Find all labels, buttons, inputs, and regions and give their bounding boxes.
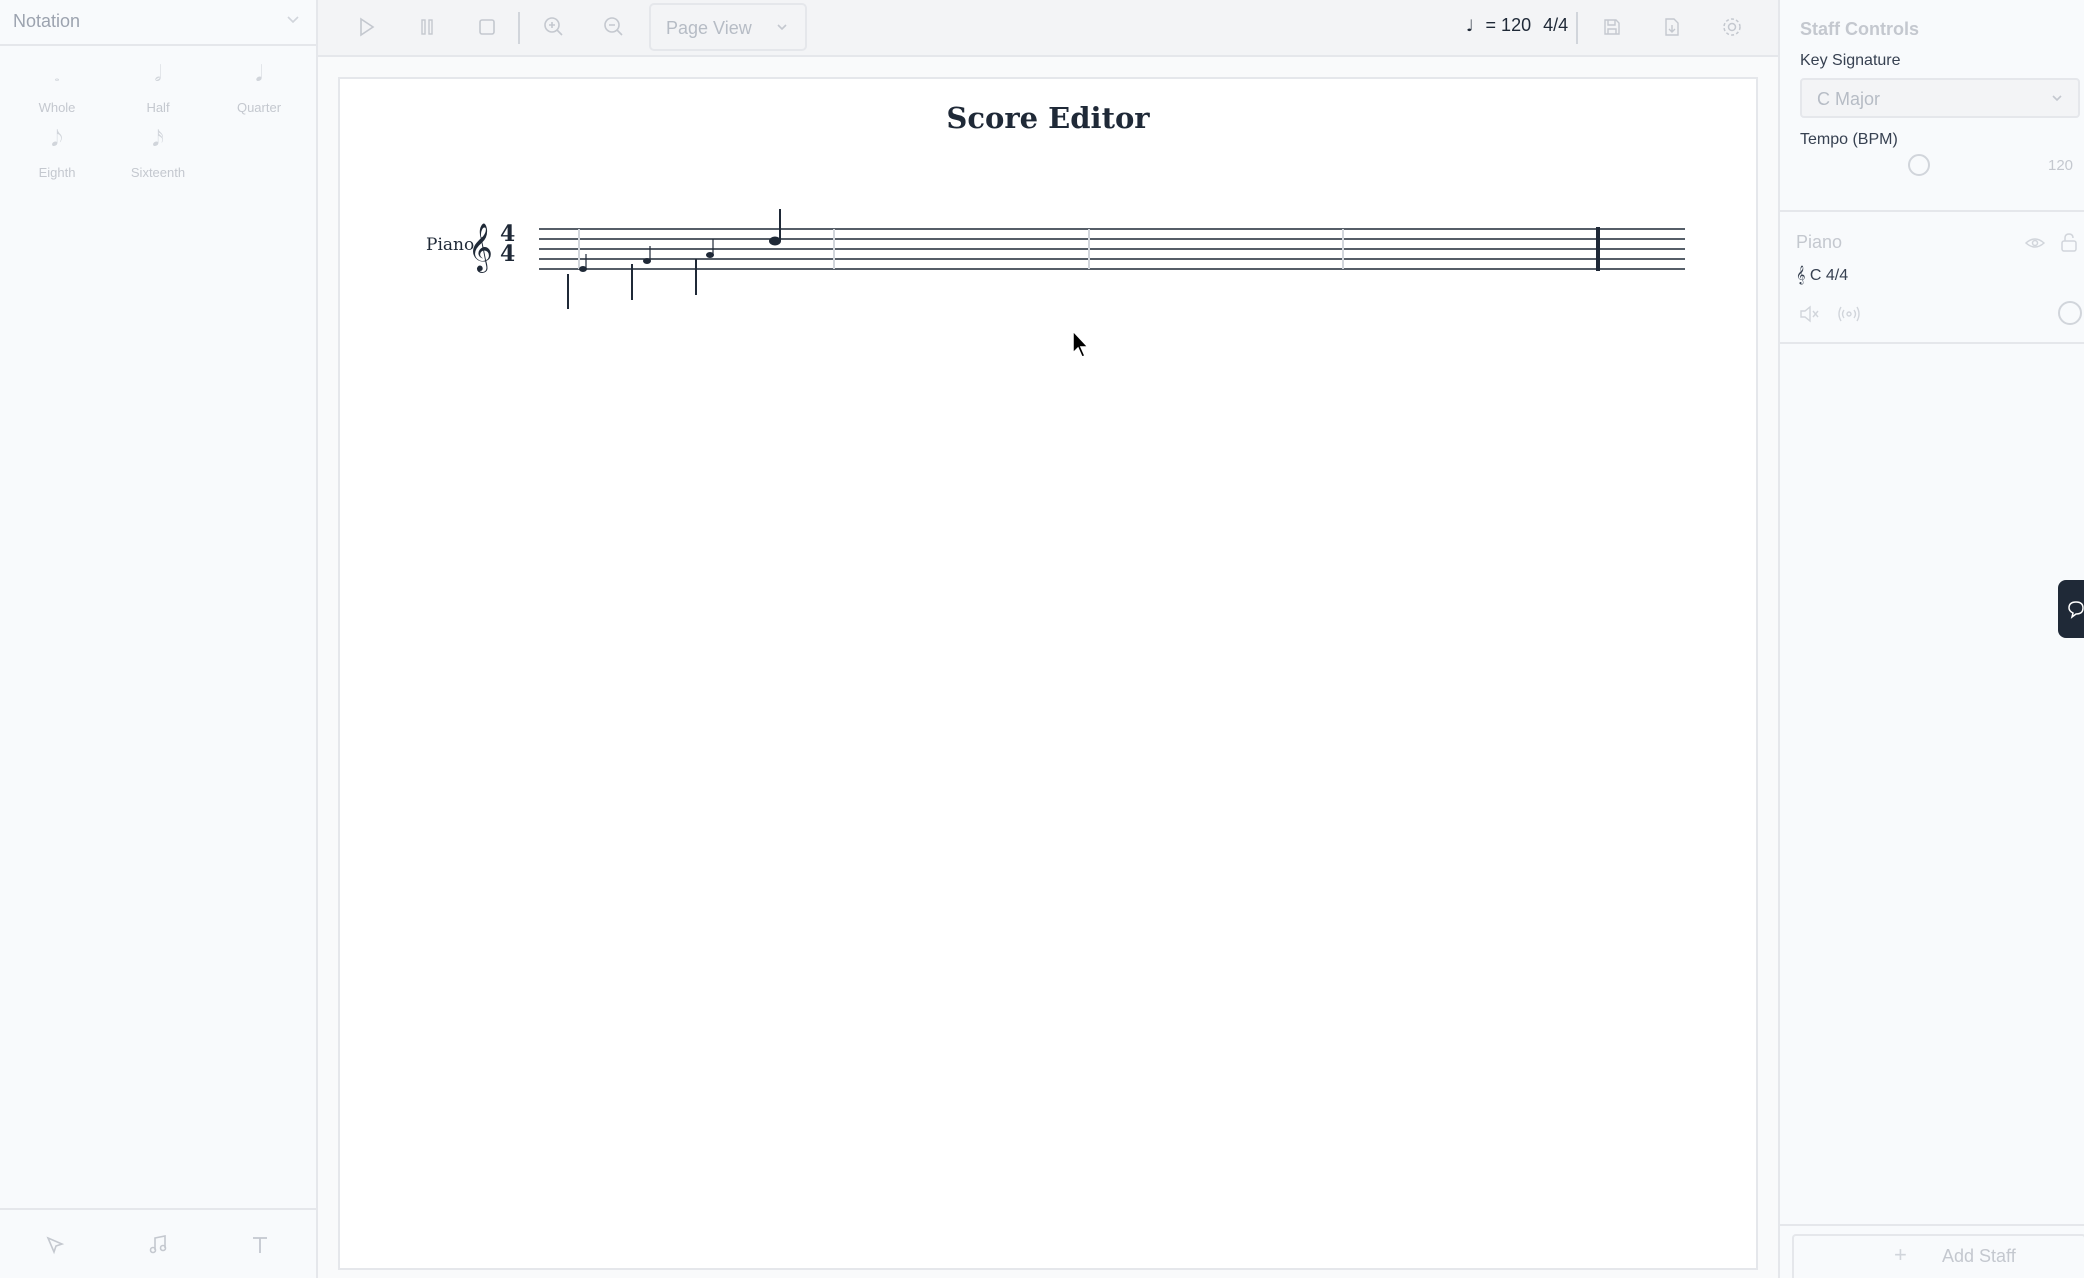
- select-icon[interactable]: [42, 1232, 68, 1258]
- whole-note-icon: 𝅝: [54, 70, 60, 84]
- chat-icon: [2068, 599, 2084, 624]
- note[interactable]: [567, 254, 587, 309]
- mouse-cursor-icon: [1071, 329, 1091, 359]
- chevron-down-icon[interactable]: [286, 12, 300, 31]
- note[interactable]: [631, 246, 651, 300]
- staff-meta: 𝄞 C 4/4: [1796, 267, 1849, 284]
- key-signature-value: C Major: [1817, 89, 1881, 109]
- tempo-slider[interactable]: [1800, 154, 2040, 176]
- sixteenth-note-icon: 𝅘𝅥𝅯: [152, 127, 164, 152]
- chevron-down-icon: [2050, 91, 2064, 110]
- notation-header[interactable]: Notation: [0, 0, 316, 46]
- note[interactable]: [769, 209, 781, 246]
- note-tool-label: Quarter: [236, 100, 282, 115]
- note-tool-half[interactable]: 𝅗𝅥 Half: [113, 62, 203, 122]
- time-signature-bottom: 4: [500, 241, 515, 267]
- settings-icon[interactable]: [1718, 13, 1746, 41]
- play-icon[interactable]: [352, 13, 380, 41]
- tempo-text: = 120: [1485, 15, 1532, 35]
- view-mode-value: Page View: [666, 18, 752, 38]
- broadcast-icon[interactable]: [1838, 303, 1860, 330]
- toolbar: Page View ♩ = 120 4/4: [318, 0, 1778, 57]
- toolbar-divider: [518, 12, 520, 44]
- divider: [1780, 210, 2084, 212]
- section-title: Staff Controls: [1800, 19, 1919, 39]
- save-icon[interactable]: [1598, 13, 1626, 41]
- export-icon[interactable]: [1658, 13, 1686, 41]
- add-staff-label: Add Staff: [1942, 1246, 2016, 1266]
- staff-name: Piano: [1796, 232, 1843, 252]
- staff-canvas[interactable]: Piano 𝄞 4 4: [340, 79, 1756, 479]
- chevron-down-icon: [775, 20, 789, 39]
- tool-mode-bar: [0, 1208, 316, 1278]
- note-tool-quarter[interactable]: 𝅘𝅥 Quarter: [214, 62, 304, 122]
- notation-title: Notation: [13, 11, 81, 31]
- note[interactable]: [695, 239, 714, 295]
- note-tool-label: Eighth: [38, 165, 76, 180]
- divider: [1780, 1224, 2084, 1226]
- stop-icon[interactable]: [473, 13, 501, 41]
- eye-icon[interactable]: [2024, 232, 2046, 259]
- volume-knob[interactable]: [2058, 301, 2082, 325]
- music-note-icon[interactable]: [145, 1232, 171, 1258]
- half-note-icon: 𝅗𝅥: [154, 62, 162, 87]
- notation-sidebar: Notation 𝅝 Whole 𝅗𝅥 Half 𝅘𝅥 Quarter 𝅘𝅥𝅮 …: [0, 0, 318, 1278]
- quarter-note-icon: 𝅘𝅥: [255, 62, 263, 87]
- tempo-indicator: ♩ = 120 4/4: [1466, 15, 1568, 36]
- text-icon[interactable]: [247, 1232, 273, 1258]
- score-page[interactable]: Score Editor Piano 𝄞 4 4: [338, 77, 1758, 1270]
- staff-controls-panel: Staff Controls Key Signature C Major Tem…: [1778, 0, 2084, 1278]
- zoom-in-icon[interactable]: [540, 13, 568, 41]
- view-mode-select[interactable]: Page View: [649, 3, 807, 51]
- lock-icon[interactable]: [2058, 231, 2080, 258]
- pause-icon[interactable]: [413, 13, 441, 41]
- tempo-slider-thumb[interactable]: [1908, 154, 1930, 176]
- mute-icon[interactable]: [1798, 303, 1820, 330]
- note-tool-label: Half: [146, 100, 170, 115]
- tempo-value: 120: [2048, 157, 2074, 174]
- toolbar-divider: [1576, 12, 1578, 44]
- note-tool-label: Sixteenth: [130, 165, 186, 180]
- plus-icon: +: [1894, 1242, 1907, 1267]
- feedback-tab[interactable]: [2058, 580, 2084, 638]
- staff-lines: [539, 228, 1685, 270]
- note-tool-label: Whole: [38, 100, 76, 115]
- divider: [1780, 342, 2084, 344]
- note-tool-sixteenth[interactable]: 𝅘𝅥𝅯 Sixteenth: [113, 127, 203, 187]
- instrument-label: Piano: [426, 235, 474, 255]
- key-signature-label: Key Signature: [1800, 52, 1901, 69]
- zoom-out-icon[interactable]: [600, 13, 628, 41]
- key-signature-select[interactable]: C Major: [1800, 78, 2080, 118]
- treble-clef-icon: 𝄞: [468, 222, 493, 273]
- add-staff-button[interactable]: + Add Staff: [1792, 1234, 2084, 1278]
- note-tool-eighth[interactable]: 𝅘𝅥𝅮 Eighth: [12, 127, 102, 187]
- time-signature-text: 4/4: [1543, 15, 1569, 35]
- eighth-note-icon: 𝅘𝅥𝅮: [51, 127, 63, 152]
- tempo-label: Tempo (BPM): [1800, 131, 1898, 148]
- quarter-note-icon: ♩: [1466, 16, 1474, 35]
- note-tool-whole[interactable]: 𝅝 Whole: [12, 62, 102, 122]
